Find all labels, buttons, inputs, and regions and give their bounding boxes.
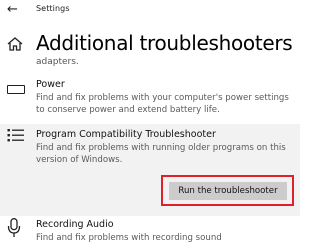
troubleshooter-item-power[interactable]: Power Find and fix problems with your co… [0,75,300,119]
page-title: Additional troubleshooters [36,31,293,55]
item-title: Power [36,79,65,90]
item-title: Program Compatibility Troubleshooter [36,129,216,140]
battery-icon [7,85,25,94]
item-description: Find and fix problems with running older… [36,143,286,165]
home-icon[interactable] [7,37,23,51]
item-description: Find and fix problems with your computer… [36,93,289,115]
run-troubleshooter-button[interactable]: Run the troubleshooter [169,182,287,200]
partial-description: adapters. [36,57,79,67]
window-title: Settings [36,4,70,13]
item-description: Find and fix problems with recording sou… [36,233,222,243]
microphone-icon [7,218,21,237]
troubleshooter-item-recording-audio[interactable]: Recording Audio Find and fix problems wi… [0,215,300,250]
list-icon [7,129,24,142]
back-arrow-icon[interactable]: ← [7,3,18,17]
title-bar: ← Settings [0,0,300,20]
item-title: Recording Audio [36,219,114,230]
